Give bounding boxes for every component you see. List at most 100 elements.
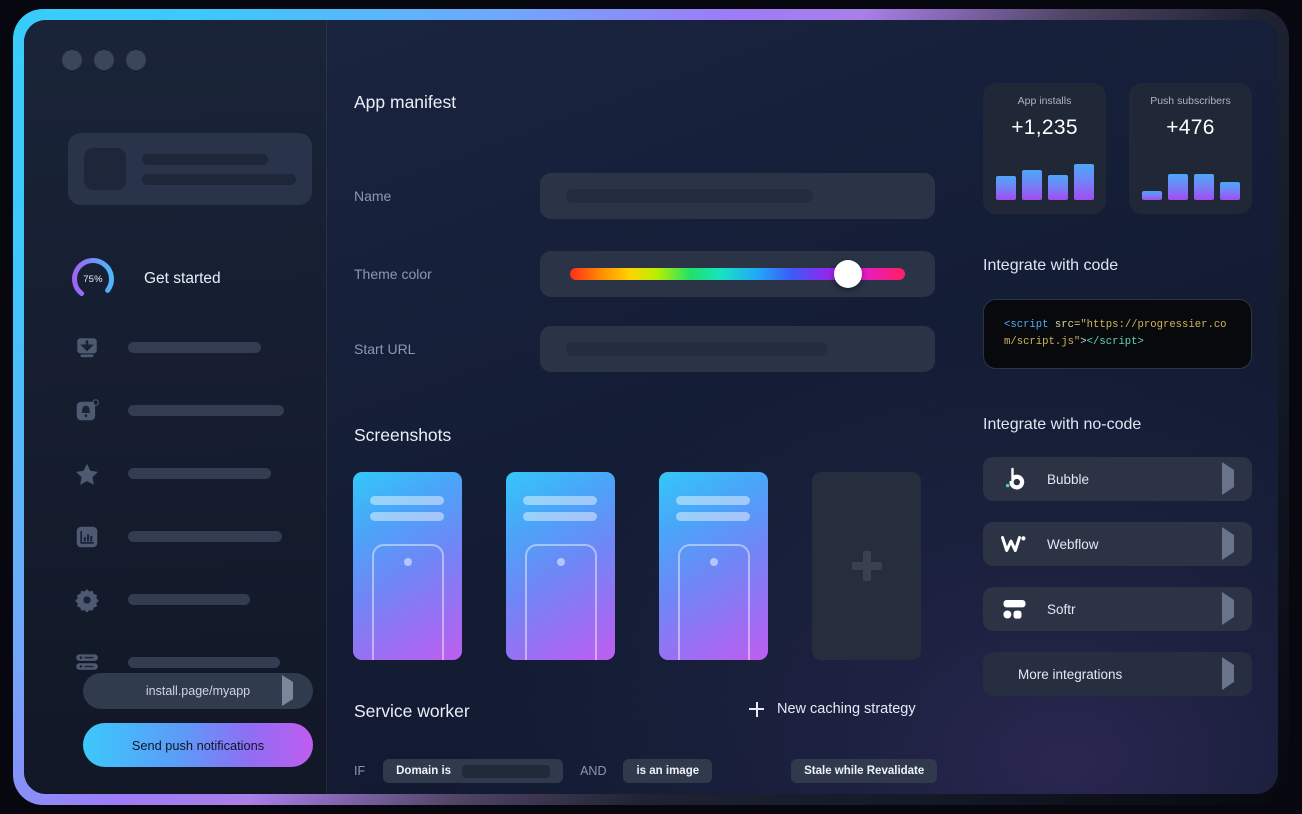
install-page-link-button[interactable]: install.page/myapp [83, 673, 313, 709]
stat-value: +476 [1166, 116, 1215, 140]
phone-camera-dot [404, 558, 412, 566]
star-icon [74, 461, 100, 487]
integration-item-webflow[interactable]: Webflow [983, 522, 1252, 566]
integration-label: Webflow [1047, 537, 1099, 552]
field-label-name: Name [354, 188, 540, 204]
service-worker-title: Service worker [354, 701, 470, 722]
screenshot-thumbnail[interactable] [659, 472, 768, 660]
send-push-notifications-button[interactable]: Send push notifications [83, 723, 313, 767]
integration-label: Softr [1047, 602, 1076, 617]
thumb-bar [523, 512, 597, 521]
window-traffic-lights [62, 50, 146, 70]
field-row-start-url: Start URL [354, 326, 935, 372]
rule-condition-image-label: is an image [636, 765, 699, 777]
code-token-attr: src= [1049, 319, 1081, 331]
sidebar-item-label-placeholder [128, 468, 271, 479]
sidebar-item-label-placeholder [128, 531, 282, 542]
name-input[interactable] [540, 173, 935, 219]
traffic-light-maximize[interactable] [94, 50, 114, 70]
caching-rule-row: IF Domain is AND is an image Stale while… [354, 759, 937, 783]
sidebar-item-notifications[interactable] [74, 379, 304, 442]
field-row-theme-color: Theme color [354, 251, 935, 297]
rule-condition-domain[interactable]: Domain is [383, 759, 563, 783]
chart-bar [1220, 182, 1240, 200]
chart-bar [1048, 175, 1068, 200]
sidebar-nav [74, 316, 304, 694]
text-placeholder-lines [142, 154, 296, 185]
stat-value: +1,235 [1011, 116, 1078, 140]
integrate-with-code-title: Integrate with code [983, 257, 1252, 275]
traffic-light-minimize[interactable] [62, 50, 82, 70]
add-screenshot-button[interactable] [812, 472, 921, 660]
play-arrow-icon [1222, 470, 1234, 488]
color-spectrum-track[interactable] [570, 268, 905, 280]
integration-label: More integrations [1018, 667, 1122, 682]
rule-strategy-chip[interactable]: Stale while Revalidate [791, 759, 937, 783]
phone-camera-dot [557, 558, 565, 566]
theme-color-slider-container[interactable] [540, 251, 935, 297]
field-row-name: Name [354, 173, 935, 219]
screenshot-thumbnail[interactable] [353, 472, 462, 660]
color-slider-thumb[interactable] [834, 260, 862, 288]
screenshot-thumbnail[interactable] [506, 472, 615, 660]
integration-item-bubble[interactable]: Bubble [983, 457, 1252, 501]
phone-camera-dot [710, 558, 718, 566]
traffic-light-close[interactable] [126, 50, 146, 70]
account-placeholder-card[interactable] [68, 133, 312, 205]
app-window: 75% Get started [24, 20, 1278, 794]
sidebar-item-analytics[interactable] [74, 505, 304, 568]
right-rail: App installs +1,235 Push subscribers +47… [983, 83, 1252, 696]
chart-bar [1022, 170, 1042, 200]
progress-percent-label: 75% [70, 256, 116, 302]
start-url-input[interactable] [540, 326, 935, 372]
code-token-tag: <script [1004, 319, 1049, 331]
play-arrow-icon [282, 682, 293, 700]
input-value-placeholder [566, 342, 827, 356]
plus-icon [749, 702, 764, 717]
stat-cards: App installs +1,235 Push subscribers +47… [983, 83, 1252, 214]
thumb-bar [523, 496, 597, 505]
rule-and-keyword: AND [580, 764, 606, 778]
chart-bar [1142, 191, 1162, 200]
bubble-logo-icon [1000, 467, 1030, 491]
stat-bar-chart [993, 158, 1096, 214]
code-snippet-box[interactable]: <script src="https://progressier.com/scr… [983, 299, 1252, 369]
play-arrow-icon [1222, 535, 1234, 553]
nocode-integrations-list: Bubble Webflow [983, 457, 1252, 696]
webflow-logo-icon [1000, 533, 1030, 555]
new-caching-strategy-label: New caching strategy [777, 701, 916, 717]
progress-ring: 75% [70, 256, 116, 302]
sidebar-item-label-placeholder [128, 657, 280, 668]
sidebar-item-install[interactable] [74, 316, 304, 379]
chart-bar [1168, 174, 1188, 200]
app-window-frame: 75% Get started [13, 9, 1289, 805]
sidebar-item-label-placeholder [128, 405, 284, 416]
thumb-bar [676, 496, 750, 505]
field-label-start-url: Start URL [354, 341, 540, 357]
integration-item-more[interactable]: More integrations [983, 652, 1252, 696]
integration-label: Bubble [1047, 472, 1089, 487]
sidebar-item-settings[interactable] [74, 568, 304, 631]
sidebar-item-reviews[interactable] [74, 442, 304, 505]
install-page-url-label: install.page/myapp [146, 684, 250, 698]
stat-card-app-installs[interactable]: App installs +1,235 [983, 83, 1106, 214]
main-content: App manifest Name Theme color Start URL [327, 20, 1278, 794]
app-manifest-title: App manifest [354, 92, 456, 113]
rule-condition-is-an-image[interactable]: is an image [623, 759, 712, 783]
screenshots-gallery [353, 472, 921, 660]
sidebar-item-label-placeholder [128, 342, 261, 353]
rule-domain-value-input[interactable] [462, 765, 550, 778]
integration-item-softr[interactable]: Softr [983, 587, 1252, 631]
softr-logo-icon [1000, 598, 1030, 620]
placeholder-line [142, 154, 268, 165]
thumb-bar [676, 512, 750, 521]
new-caching-strategy-button[interactable]: New caching strategy [749, 701, 916, 717]
placeholder-line [142, 174, 296, 185]
install-download-icon [74, 335, 100, 361]
integrate-with-nocode-title: Integrate with no-code [983, 416, 1252, 434]
chart-bar [1074, 164, 1094, 200]
stat-card-push-subscribers[interactable]: Push subscribers +476 [1129, 83, 1252, 214]
play-arrow-icon [1222, 665, 1234, 683]
sidebar-item-get-started[interactable]: 75% Get started [70, 256, 221, 302]
field-label-theme-color: Theme color [354, 266, 540, 282]
